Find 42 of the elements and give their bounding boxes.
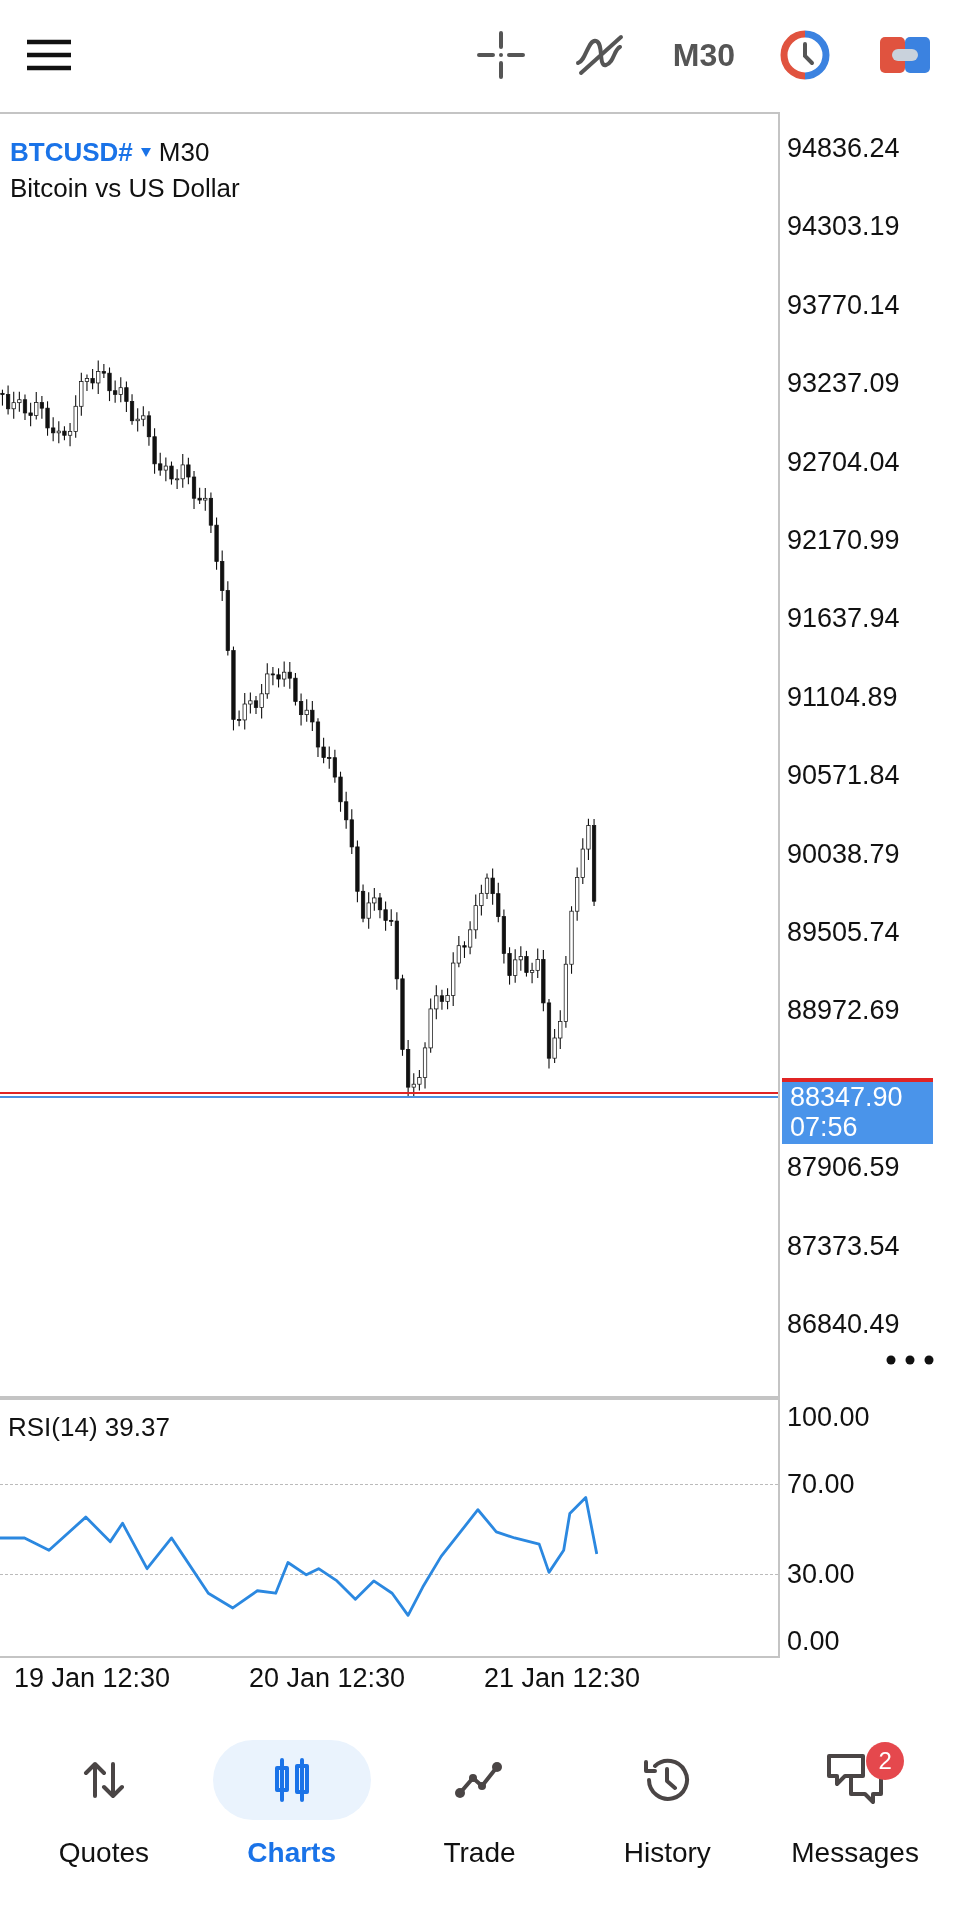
time-axis-label: 19 Jan 12:30 bbox=[14, 1662, 172, 1694]
rsi-axis-label: 100.00 bbox=[787, 1401, 870, 1433]
up-down-arrows-icon bbox=[81, 1760, 126, 1800]
price-axis-label: 91104.89 bbox=[787, 680, 898, 713]
current-price: 88347.90 bbox=[790, 1082, 904, 1113]
time-axis-label: 20 Jan 12:30 bbox=[249, 1662, 407, 1694]
bar-countdown: 07:56 bbox=[790, 1112, 859, 1143]
notification-badge: 2 bbox=[866, 1742, 905, 1780]
price-axis-label: 94303.19 bbox=[787, 210, 900, 243]
price-axis-label: 91637.94 bbox=[787, 602, 900, 635]
rsi-label: RSI(14) 39.37 bbox=[8, 1411, 170, 1444]
price-axis-label: 93237.09 bbox=[787, 367, 900, 400]
more-icon bbox=[886, 1355, 934, 1365]
nav-tab[interactable]: 2 Messages bbox=[765, 1740, 946, 1874]
chart-timeframe: M30 bbox=[158, 136, 210, 169]
price-axis-label: 94836.24 bbox=[787, 132, 900, 164]
price-axis-label: 86840.49 bbox=[787, 1308, 900, 1340]
price-axis-label: 87906.59 bbox=[787, 1151, 900, 1184]
price-axis-label: 90038.79 bbox=[787, 837, 900, 870]
price-axis-label: 89505.74 bbox=[787, 916, 900, 948]
rsi-axis-label: 30.00 bbox=[787, 1557, 855, 1590]
rsi-axis-label: 70.00 bbox=[787, 1468, 855, 1501]
nav-tab[interactable]: Charts bbox=[201, 1740, 382, 1874]
timeframe-button[interactable]: M30 bbox=[672, 31, 735, 79]
price-axis-label: 92704.04 bbox=[787, 445, 900, 478]
rsi-axis-label: 0.00 bbox=[787, 1625, 840, 1657]
symbol-selector[interactable]: BTCUSD# bbox=[10, 134, 151, 170]
nav-tab[interactable]: Trade bbox=[389, 1740, 570, 1874]
price-axis-label: 87373.54 bbox=[787, 1229, 900, 1262]
price-axis-label: 90571.84 bbox=[787, 759, 900, 792]
price-axis-label: 88972.69 bbox=[787, 994, 900, 1027]
time-axis-label: 21 Jan 12:30 bbox=[484, 1662, 642, 1694]
price-axis-label: 93770.14 bbox=[787, 288, 900, 321]
price-axis-label: 92170.99 bbox=[787, 524, 900, 556]
clock-icon bbox=[780, 30, 830, 80]
nav-tab[interactable]: Quotes bbox=[13, 1740, 194, 1874]
crosshair-icon bbox=[475, 30, 526, 80]
menu-icon bbox=[27, 39, 71, 71]
dropdown-caret-icon bbox=[140, 147, 151, 157]
symbol-description: Bitcoin vs US Dollar bbox=[10, 172, 240, 205]
toggle-icon bbox=[880, 37, 930, 73]
nav-tab[interactable]: History bbox=[577, 1740, 758, 1874]
